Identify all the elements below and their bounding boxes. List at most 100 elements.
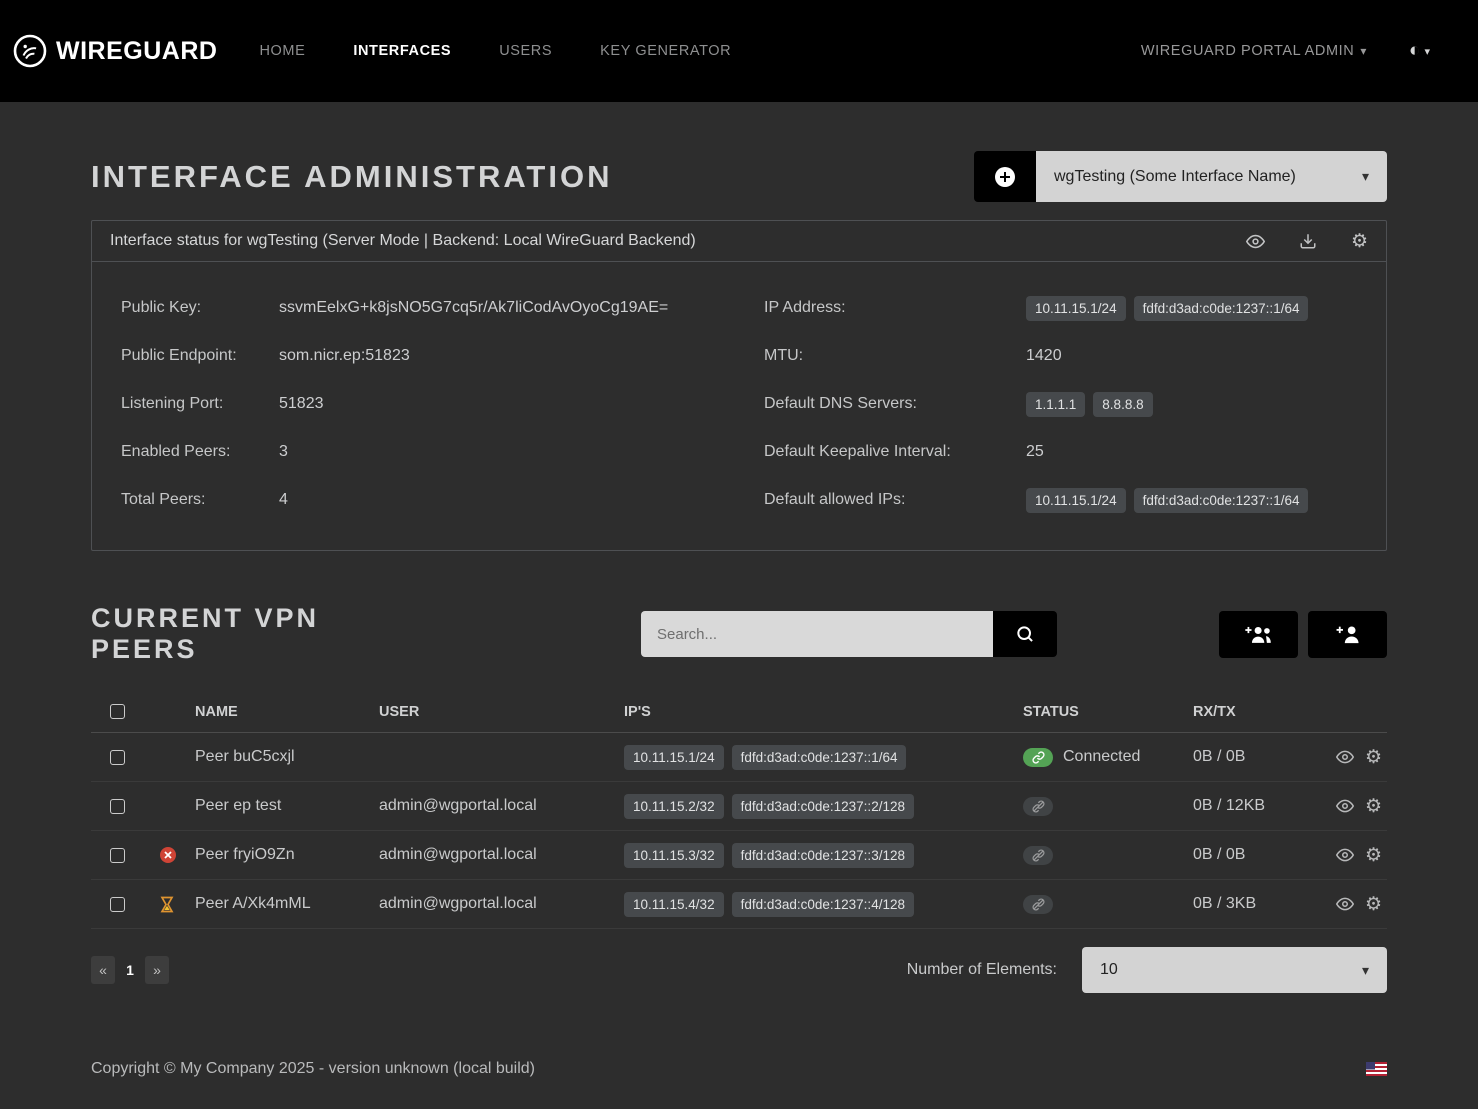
search-button[interactable]: [993, 611, 1057, 657]
interface-selector-group: wgTesting (Some Interface Name) ▾: [974, 151, 1387, 202]
view-peer-button[interactable]: [1336, 895, 1354, 913]
field-label: Default allowed IPs:: [764, 491, 1026, 509]
peer-row: Peer A/Xk4mML admin@wgportal.local 10.11…: [91, 880, 1387, 929]
download-icon: [1299, 232, 1317, 250]
peer-ip-badge: fdfd:d3ad:c0de:1237::3/128: [732, 843, 914, 868]
interface-settings-button[interactable]: ⚙: [1351, 232, 1368, 251]
view-peer-button[interactable]: [1336, 797, 1354, 815]
peer-settings-button[interactable]: ⚙: [1365, 846, 1382, 865]
peer-disabled-icon: [160, 847, 176, 863]
gear-icon: ⚙: [1365, 846, 1382, 865]
theme-toggle-menu[interactable]: ◐ ▾: [1409, 40, 1430, 62]
gear-icon: ⚙: [1365, 748, 1382, 767]
gear-icon: ⚙: [1365, 895, 1382, 914]
public-key-value: ssvmEelxG+k8jsNO5G7cq5r/Ak7liCodAvOyoCg1…: [279, 299, 668, 317]
eye-icon: [1246, 232, 1265, 251]
field-label: MTU:: [764, 347, 1026, 365]
user-menu-label: WIREGUARD PORTAL ADMIN: [1141, 43, 1355, 59]
elements-per-page-label: Number of Elements:: [907, 961, 1057, 979]
chevron-down-icon: ▾: [1362, 962, 1369, 979]
peer-ip-badge: 10.11.15.3/32: [624, 843, 724, 868]
gear-icon: ⚙: [1351, 232, 1368, 251]
peer-status-label: Connected: [1063, 748, 1140, 766]
mtu-value: 1420: [1026, 347, 1062, 365]
peer-row: Peer ep test admin@wgportal.local 10.11.…: [91, 782, 1387, 831]
field-label: Public Endpoint:: [121, 347, 279, 365]
user-account-menu[interactable]: WIREGUARD PORTAL ADMIN ▾: [1141, 43, 1367, 59]
view-peer-button[interactable]: [1336, 748, 1354, 766]
row-checkbox[interactable]: [110, 750, 125, 765]
keepalive-value: 25: [1026, 443, 1044, 461]
public-endpoint-value: som.nicr.ep:51823: [279, 347, 410, 365]
elements-per-page-select[interactable]: 10 ▾: [1082, 947, 1387, 993]
plus-circle-icon: [993, 165, 1017, 189]
select-all-checkbox[interactable]: [110, 704, 125, 719]
add-user-icon: [1335, 623, 1361, 645]
peer-user: admin@wgportal.local: [379, 797, 624, 815]
peer-settings-button[interactable]: ⚙: [1365, 797, 1382, 816]
header-rxtx: RX/TX: [1193, 704, 1336, 720]
peer-settings-button[interactable]: ⚙: [1365, 748, 1382, 767]
peer-rxtx: 0B / 0B: [1193, 748, 1336, 766]
view-peer-button[interactable]: [1336, 846, 1354, 864]
wireguard-logo-icon: [12, 33, 48, 69]
pagination-page-1[interactable]: 1: [118, 956, 142, 984]
header-ips: IP'S: [624, 704, 1023, 720]
add-interface-button[interactable]: [974, 151, 1036, 202]
row-checkbox[interactable]: [110, 848, 125, 863]
add-peer-button[interactable]: [1308, 611, 1387, 658]
nav-item-key-generator[interactable]: KEY GENERATOR: [600, 43, 731, 59]
nav-item-home[interactable]: HOME: [259, 43, 305, 59]
peers-table-header: NAME USER IP'S STATUS RX/TX: [91, 691, 1387, 733]
ip-badge: fdfd:d3ad:c0de:1237::1/64: [1134, 296, 1309, 321]
nav-item-interfaces[interactable]: INTERFACES: [353, 43, 451, 59]
pagination-prev-button[interactable]: «: [91, 956, 115, 984]
peer-ip-badge: fdfd:d3ad:c0de:1237::1/64: [732, 745, 907, 770]
peer-ip-badge: 10.11.15.4/32: [624, 892, 724, 917]
peer-name: Peer A/Xk4mML: [195, 895, 379, 913]
peer-expiring-hourglass-icon: [160, 896, 174, 913]
caret-down-icon: ▾: [1424, 45, 1430, 58]
peer-search-input[interactable]: [641, 611, 993, 657]
elements-per-page-value: 10: [1100, 961, 1118, 979]
disconnected-link-icon: [1023, 797, 1053, 816]
search-icon: [1015, 624, 1035, 644]
peer-rxtx: 0B / 12KB: [1193, 797, 1336, 815]
row-checkbox[interactable]: [110, 799, 125, 814]
eye-icon: [1336, 748, 1354, 766]
peer-row: Peer fryiO9Zn admin@wgportal.local 10.11…: [91, 831, 1387, 880]
download-config-button[interactable]: [1299, 232, 1317, 250]
header-user: USER: [379, 704, 624, 720]
view-config-button[interactable]: [1246, 232, 1265, 251]
field-label: Default DNS Servers:: [764, 395, 1026, 413]
total-peers-value: 4: [279, 491, 288, 509]
interface-status-title: Interface status for wgTesting (Server M…: [110, 232, 696, 250]
top-navbar: WireGuard HOME INTERFACES USERS KEY GENE…: [0, 0, 1478, 102]
pagination-next-button[interactable]: »: [145, 956, 169, 984]
language-flag-icon[interactable]: [1366, 1062, 1387, 1076]
interface-select-value: wgTesting (Some Interface Name): [1054, 168, 1296, 186]
row-checkbox[interactable]: [110, 897, 125, 912]
field-label: Enabled Peers:: [121, 443, 279, 461]
eye-icon: [1336, 895, 1354, 913]
peers-table: NAME USER IP'S STATUS RX/TX Peer buC5cxj…: [91, 691, 1387, 929]
field-label: IP Address:: [764, 299, 1026, 317]
disconnected-link-icon: [1023, 846, 1053, 865]
field-label: Total Peers:: [121, 491, 279, 509]
peer-user: admin@wgportal.local: [379, 895, 624, 913]
peer-settings-button[interactable]: ⚙: [1365, 895, 1382, 914]
header-status: STATUS: [1023, 704, 1193, 720]
peer-user: admin@wgportal.local: [379, 846, 624, 864]
nav-item-users[interactable]: USERS: [499, 43, 552, 59]
peer-ip-badge: fdfd:d3ad:c0de:1237::4/128: [732, 892, 914, 917]
field-label: Public Key:: [121, 299, 279, 317]
peer-ip-badge: 10.11.15.2/32: [624, 794, 724, 819]
add-multiple-peers-button[interactable]: [1219, 611, 1298, 658]
allowed-ip-badge: 10.11.15.1/24: [1026, 488, 1126, 513]
interface-status-card: Interface status for wgTesting (Server M…: [91, 220, 1387, 551]
wireguard-brand[interactable]: WireGuard: [12, 33, 217, 69]
page-footer: Copyright © My Company 2025 - version un…: [0, 1049, 1478, 1089]
peer-name: Peer ep test: [195, 797, 379, 815]
peer-name: Peer fryiO9Zn: [195, 846, 379, 864]
interface-select[interactable]: wgTesting (Some Interface Name) ▾: [1036, 151, 1387, 202]
